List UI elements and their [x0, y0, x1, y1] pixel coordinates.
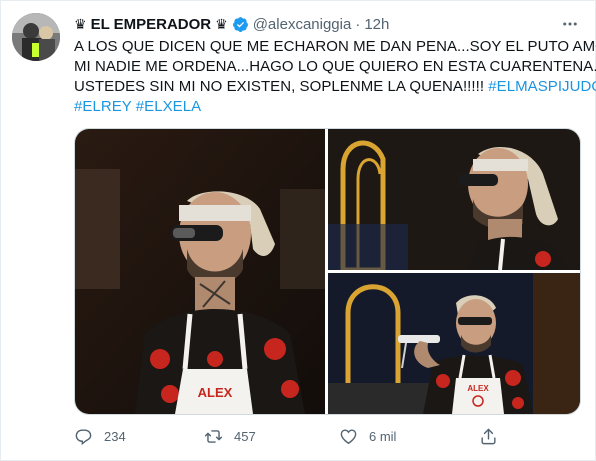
- reply-button[interactable]: 234: [74, 424, 126, 448]
- photo-3[interactable]: ALEX: [328, 273, 580, 414]
- retweet-icon: [204, 429, 223, 443]
- tweet-text: A LOS QUE DICEN QUE ME ECHARON ME DAN PE…: [74, 37, 596, 117]
- like-count: 6 mil: [369, 428, 397, 444]
- tweet-line-3-text: USTEDES SIN MI NO EXISTEN, SOPLENME LA Q…: [74, 78, 489, 95]
- photo-2[interactable]: [328, 129, 580, 270]
- tweet-line-4: #ELREY #ELXELA: [74, 97, 586, 117]
- share-icon: [481, 428, 496, 444]
- tweet-line-2: MI NADIE ME ORDENA...HAGO LO QUE QUIERO …: [74, 58, 596, 75]
- crown-icon-right: ♛: [215, 15, 228, 32]
- reply-count: 234: [104, 428, 126, 444]
- tweet-header: ♛ EL EMPERADOR ♛ @alexcaniggia · 12h: [74, 14, 389, 34]
- tweet-line-1: A LOS QUE DICEN QUE ME ECHARON ME DAN PE…: [74, 38, 596, 55]
- share-button[interactable]: [479, 424, 509, 448]
- hashtag-elrey[interactable]: #ELREY: [74, 98, 132, 115]
- tweet-line-3: USTEDES SIN MI NO EXISTEN, SOPLENME LA Q…: [74, 77, 596, 97]
- apron-name-3: ALEX: [467, 384, 489, 393]
- user-handle[interactable]: @alexcaniggia: [253, 16, 352, 33]
- action-bar: 234 457 6 mil: [74, 424, 514, 448]
- timestamp[interactable]: 12h: [364, 16, 389, 33]
- verified-badge-icon: [232, 16, 249, 33]
- crown-icon-left: ♛: [74, 15, 87, 32]
- more-icon[interactable]: [559, 13, 581, 35]
- avatar[interactable]: [12, 13, 60, 61]
- retweet-count: 457: [234, 428, 256, 444]
- apron-name-1: ALEX: [198, 385, 233, 400]
- hashtag-elmaspijudo[interactable]: #ELMASPIJUDO: [488, 78, 596, 95]
- display-name[interactable]: EL EMPERADOR: [91, 16, 212, 33]
- retweet-button[interactable]: 457: [204, 424, 256, 448]
- separator-dot: ·: [355, 15, 361, 33]
- media-grid: ALEX ALEX: [74, 128, 581, 415]
- photo-1[interactable]: ALEX: [75, 129, 325, 414]
- like-button[interactable]: 6 mil: [339, 424, 396, 448]
- like-icon: [340, 428, 357, 444]
- hashtag-elxela[interactable]: #ELXELA: [136, 98, 201, 115]
- reply-icon: [75, 428, 92, 445]
